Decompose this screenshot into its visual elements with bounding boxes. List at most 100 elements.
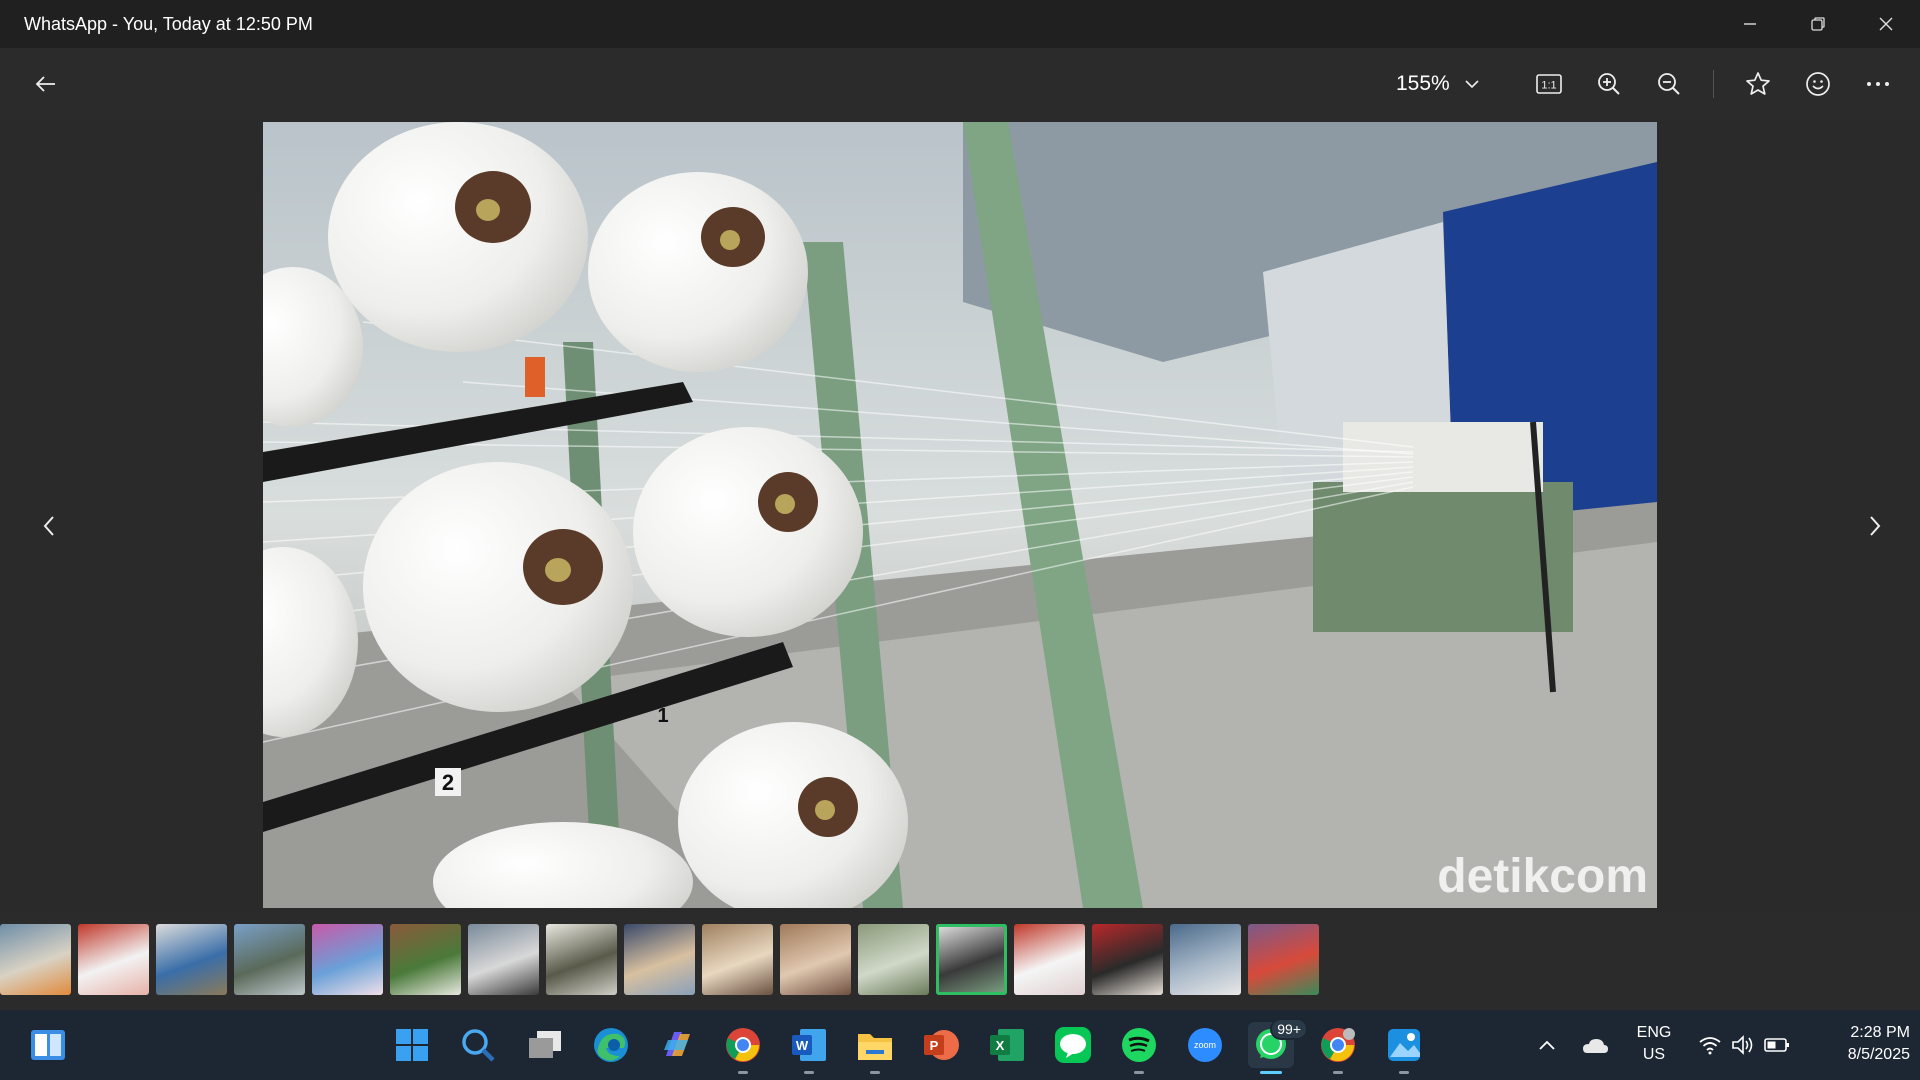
filmstrip-thumbnail[interactable] (546, 924, 617, 995)
minimize-icon[interactable] (1716, 0, 1784, 48)
window-controls (1716, 0, 1920, 48)
photos-icon (1388, 1029, 1420, 1061)
emoji-icon (1806, 72, 1830, 96)
previous-image-button[interactable] (29, 506, 69, 546)
notification-badge: 99+ (1270, 1018, 1308, 1040)
line-button[interactable] (1050, 1022, 1096, 1068)
filmstrip-thumbnail[interactable] (1092, 924, 1163, 995)
filmstrip-thumbnail[interactable] (702, 924, 773, 995)
file-explorer-button[interactable] (852, 1022, 898, 1074)
running-indicator (738, 1071, 748, 1074)
language-code: ENG (1636, 1024, 1672, 1041)
actual-size-button[interactable]: 1:1 (1529, 66, 1569, 102)
zoom-level: 155% (1396, 72, 1450, 95)
filmstrip-thumbnail[interactable] (78, 924, 149, 995)
file-explorer-icon (858, 1034, 892, 1060)
edge-icon (594, 1028, 628, 1062)
svg-text:X: X (996, 1038, 1005, 1053)
wifi-icon (1699, 1037, 1721, 1055)
title-bar: WhatsApp - You, Today at 12:50 PM (0, 0, 1920, 48)
onedrive-button[interactable] (1572, 1022, 1618, 1068)
filmstrip-thumbnail[interactable] (1170, 924, 1241, 995)
clock[interactable]: 2:28 PM 8/5/2025 (1810, 1022, 1910, 1066)
volume-icon (1732, 1035, 1753, 1055)
zoom-out-button[interactable] (1649, 66, 1689, 102)
filmstrip-thumbnail[interactable] (468, 924, 539, 995)
zoom-app-icon: zoom (1188, 1028, 1222, 1062)
excel-button[interactable]: X (984, 1022, 1030, 1068)
toolbar-divider (1713, 70, 1714, 98)
filmstrip-thumbnail[interactable] (234, 924, 305, 995)
photo-content: 2 1 detikcom (263, 122, 1657, 908)
chevron-up-icon (1539, 1040, 1555, 1050)
spotify-icon (1122, 1028, 1156, 1062)
filmstrip (0, 924, 1920, 996)
chevron-right-icon (1870, 516, 1881, 536)
back-button[interactable] (28, 68, 64, 100)
show-hidden-icons-button[interactable] (1524, 1022, 1570, 1068)
excel-icon: X (990, 1029, 1024, 1061)
zoom-app-button[interactable]: zoom (1182, 1022, 1228, 1068)
svg-text:W: W (796, 1038, 809, 1053)
more-icon (1867, 82, 1889, 86)
chrome-button[interactable] (720, 1022, 766, 1074)
quick-settings-button[interactable] (1694, 1022, 1794, 1068)
copilot-icon (664, 1032, 690, 1056)
restore-icon[interactable] (1784, 0, 1852, 48)
edge-button[interactable] (588, 1022, 634, 1068)
filmstrip-thumbnail[interactable] (312, 924, 383, 995)
filmstrip-thumbnail[interactable] (156, 924, 227, 995)
next-image-button[interactable] (1855, 506, 1895, 546)
watermark-text: detikcom (1437, 850, 1648, 903)
favorite-button[interactable] (1738, 66, 1778, 102)
whatsapp-button[interactable]: 99+ (1248, 1018, 1308, 1074)
bobbin-label-2: 2 (442, 770, 454, 795)
filmstrip-thumbnail[interactable] (390, 924, 461, 995)
viewer-toolbar: 155% 1:1 (0, 48, 1920, 120)
zoom-in-icon (1598, 73, 1620, 95)
powerpoint-button[interactable]: P (918, 1022, 964, 1068)
svg-text:P: P (930, 1038, 939, 1053)
search-button[interactable] (455, 1022, 501, 1068)
spotify-button[interactable] (1116, 1022, 1162, 1074)
chrome-profile-icon (1321, 1028, 1355, 1062)
actual-size-icon: 1:1 (1536, 74, 1562, 94)
filmstrip-thumbnail[interactable] (780, 924, 851, 995)
widgets-button[interactable] (25, 1022, 71, 1068)
taskbar: W P X zoom 99+ ENG US 2:28 PM 8/5/2025 (0, 1010, 1920, 1080)
powerpoint-icon: P (924, 1030, 959, 1060)
zoom-dropdown[interactable]: 155% (1396, 66, 1480, 102)
filmstrip-thumbnail[interactable] (1014, 924, 1085, 995)
running-indicator (804, 1071, 814, 1074)
widgets-icon (31, 1030, 65, 1060)
filmstrip-thumbnail[interactable] (858, 924, 929, 995)
task-view-button[interactable] (522, 1022, 568, 1068)
keyboard-region: US (1642, 1046, 1666, 1063)
photos-button[interactable] (1381, 1022, 1427, 1074)
language-indicator[interactable]: ENG US (1632, 1022, 1676, 1066)
window-title: WhatsApp - You, Today at 12:50 PM (24, 13, 313, 34)
more-button[interactable] (1858, 66, 1898, 102)
filmstrip-thumbnail[interactable] (1248, 924, 1319, 995)
emoji-button[interactable] (1798, 66, 1838, 102)
star-icon (1746, 72, 1770, 95)
running-indicator (1134, 1071, 1144, 1074)
filmstrip-thumbnail[interactable] (936, 924, 1007, 995)
running-indicator (1333, 1071, 1343, 1074)
close-icon[interactable] (1852, 0, 1920, 48)
start-button[interactable] (389, 1022, 435, 1068)
task-view-icon (529, 1031, 561, 1058)
word-button[interactable]: W (786, 1022, 832, 1074)
svg-text:1:1: 1:1 (1541, 80, 1556, 92)
chrome-profile-button[interactable] (1315, 1022, 1361, 1074)
photo-textile-factory[interactable]: 2 1 detikcom (263, 122, 1657, 908)
start-icon (396, 1029, 428, 1061)
running-indicator (1260, 1071, 1282, 1074)
svg-text:zoom: zoom (1194, 1040, 1216, 1050)
filmstrip-thumbnail[interactable] (624, 924, 695, 995)
time-text: 2:28 PM (1850, 1024, 1910, 1041)
filmstrip-thumbnail[interactable] (0, 924, 71, 995)
running-indicator (1399, 1071, 1409, 1074)
copilot-button[interactable] (654, 1022, 700, 1068)
zoom-in-button[interactable] (1589, 66, 1629, 102)
